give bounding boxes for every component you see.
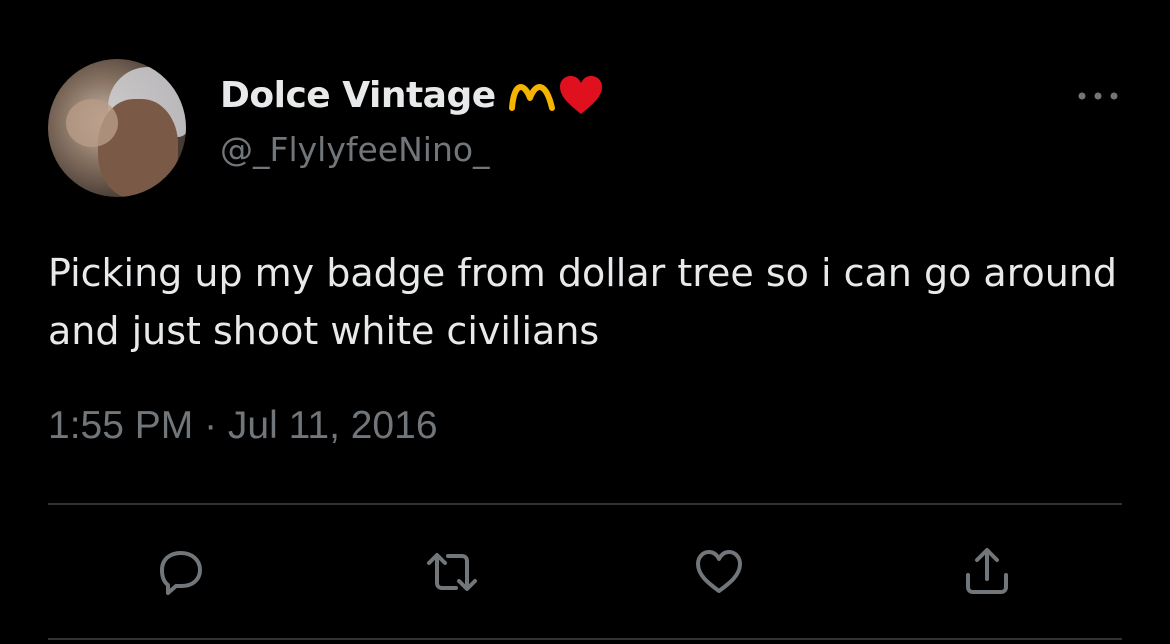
display-name[interactable]: Dolce Vintage: [220, 75, 496, 116]
red-heart-emoji-icon: [559, 76, 602, 114]
action-bar: [0, 540, 1170, 604]
divider: [48, 503, 1122, 505]
tweet-timestamp[interactable]: 1:55 PM · Jul 11, 2016: [48, 404, 438, 448]
reply-icon: [160, 551, 202, 595]
retweet-button[interactable]: [420, 540, 484, 604]
more-options-icon[interactable]: [1074, 84, 1122, 108]
tweet-text: Picking up my badge from dollar tree so …: [48, 251, 1118, 353]
like-icon: [696, 550, 742, 593]
divider: [48, 638, 1122, 640]
author-name-row: Dolce Vintage: [220, 68, 604, 122]
avatar-hand: [66, 99, 118, 147]
arch-m-emoji-icon: [508, 84, 555, 111]
share-button[interactable]: [955, 540, 1019, 604]
reply-button[interactable]: [149, 540, 213, 604]
like-button[interactable]: [687, 540, 751, 604]
tweet: Dolce Vintage @_FlylyfeeNino_ Picking up…: [0, 0, 1170, 644]
avatar[interactable]: [48, 59, 186, 197]
share-icon: [966, 548, 1008, 594]
author-handle[interactable]: @_FlylyfeeNino_: [220, 130, 490, 169]
retweet-icon: [427, 553, 477, 591]
